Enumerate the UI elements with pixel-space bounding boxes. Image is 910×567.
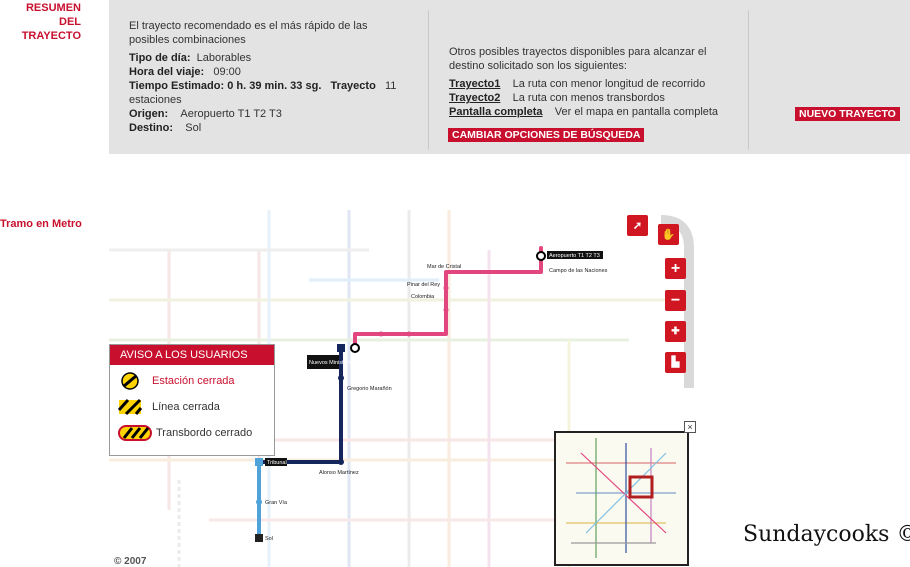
metro-section-heading: Tramo en Metro (0, 218, 82, 230)
station-label-aeropuerto: Aeropuerto T1 T2 T3 (549, 253, 600, 259)
day-type-row: Tipo de día: Laborables (129, 51, 251, 65)
trayecto1-desc: La ruta con menor longitud de recorrido (512, 78, 706, 90)
station-label-mar-cristal: Mar de Cristal (427, 264, 461, 270)
station-marker (337, 344, 345, 352)
station-marker (443, 285, 449, 291)
closed-transfer-label: Transbordo cerrado (156, 427, 253, 439)
pan-hand-icon[interactable]: ✋ (658, 224, 679, 245)
closed-transfer-icon (118, 425, 152, 441)
station-label-gran-via: Gran Vía (265, 500, 288, 506)
fit-view-icon[interactable]: ✚ (665, 321, 686, 342)
station-label-sol: Sol (265, 536, 273, 542)
station-markers (255, 251, 546, 542)
notice-item: Línea cerrada (118, 396, 220, 418)
summary-intro: El trayecto recomendado es el más rápido… (129, 20, 368, 46)
station-label-tribunal: Tribunal (267, 460, 287, 466)
fullscreen-desc: Ver el mapa en pantalla completa (554, 106, 719, 118)
user-notice-box: AVISO A LOS USUARIOS Estación cerrada Lí… (109, 344, 275, 456)
panel-divider (748, 10, 749, 150)
station-label-campo-naciones: Campo de las Naciones (549, 268, 608, 274)
destination-row: Destino: Sol (129, 121, 201, 135)
station-label-pinar: Pinar del Rey (407, 282, 440, 288)
map-toolbar: ➚ ✋ + − ✚ ▙ (625, 212, 695, 388)
zoom-out-icon[interactable]: − (665, 290, 686, 311)
route-suffix: estaciones (129, 94, 182, 106)
station-marker (338, 459, 344, 465)
destination-value: Sol (185, 122, 202, 134)
new-route-button[interactable]: NUEVO TRAYECTO (795, 107, 900, 121)
route-label: Trayecto (330, 80, 376, 92)
station-label-alonso-martinez: Alonso Martínez (319, 470, 359, 476)
trayecto2-desc: La ruta con menos transbordos (512, 92, 665, 104)
close-minimap-icon[interactable]: × (684, 421, 696, 433)
estimated-label: Tiempo Estimado: (129, 80, 225, 92)
summary-heading: RESUMEN DEL TRAYECTO (0, 1, 81, 43)
time-label: Hora del viaje: (129, 66, 205, 78)
alternative-item: Trayecto1 La ruta con menor longitud de … (449, 77, 705, 91)
day-type-label: Tipo de día: (129, 52, 191, 64)
estimated-row: Tiempo Estimado: 0 h. 39 min. 33 sg. Tra… (129, 79, 396, 93)
day-type-value: Laborables (196, 52, 252, 64)
route-summary-panel: El trayecto recomendado es el más rápido… (109, 0, 910, 154)
closed-station-icon (121, 372, 139, 390)
summary-heading-line1: RESUMEN (25, 2, 81, 14)
print-icon[interactable]: ▙ (665, 352, 686, 373)
recommended-route (257, 246, 543, 540)
closed-line-icon (118, 398, 142, 416)
station-marker (350, 343, 360, 353)
summary-heading-line2: DEL TRAYECTO (21, 16, 81, 42)
zoom-in-icon[interactable]: + (665, 258, 686, 279)
station-marker (443, 307, 449, 313)
change-options-button[interactable]: CAMBIAR OPCIONES DE BÚSQUEDA (448, 128, 645, 142)
station-marker (256, 499, 262, 505)
alternatives-intro-line1: Otros posibles trayectos disponibles par… (449, 46, 707, 58)
station-marker (255, 534, 263, 542)
station-marker (338, 375, 344, 381)
time-row: Hora del viaje: 09:00 (129, 65, 241, 79)
estimated-value: 0 h. 39 min. 33 sg. (227, 80, 322, 92)
notice-title: AVISO A LOS USUARIOS (110, 345, 274, 365)
station-label-colombia: Colombia (411, 294, 435, 300)
origin-row: Origen: Aeropuerto T1 T2 T3 (129, 107, 282, 121)
destination-label: Destino: (129, 122, 173, 134)
minimap-canvas[interactable] (556, 433, 687, 564)
closed-line-label: Línea cerrada (152, 401, 220, 413)
station-marker (406, 331, 412, 337)
panel-divider (428, 10, 429, 150)
trayecto1-link[interactable]: Trayecto1 (449, 78, 500, 90)
station-label-nuevos-ministerios: Nuevos Ministerios (309, 360, 356, 366)
pointer-tool-icon[interactable]: ➚ (627, 215, 648, 236)
signature-watermark: Sundaycooks © (743, 522, 910, 547)
closed-station-label: Estación cerrada (152, 375, 235, 387)
alternatives-intro-line2: destino solicitado son los siguientes: (449, 60, 627, 72)
station-marker (378, 331, 384, 337)
route-value: 11 (384, 80, 397, 92)
station-label-gregorio-maranon: Gregorio Marañón (347, 386, 392, 392)
notice-item: Estación cerrada (118, 370, 235, 392)
station-marker (536, 251, 546, 261)
alternative-item: Trayecto2 La ruta con menos transbordos (449, 91, 665, 105)
origin-value: Aeropuerto T1 T2 T3 (180, 108, 282, 120)
notice-item: Transbordo cerrado (118, 422, 252, 444)
time-value: 09:00 (213, 66, 241, 78)
station-marker (255, 458, 263, 466)
map-copyright: © 2007 (114, 556, 147, 567)
fullscreen-link[interactable]: Pantalla completa (449, 106, 543, 118)
origin-label: Origen: (129, 108, 169, 120)
overview-minimap[interactable] (554, 431, 689, 566)
trayecto2-link[interactable]: Trayecto2 (449, 92, 500, 104)
alternative-item: Pantalla completa Ver el mapa en pantall… (449, 105, 718, 119)
